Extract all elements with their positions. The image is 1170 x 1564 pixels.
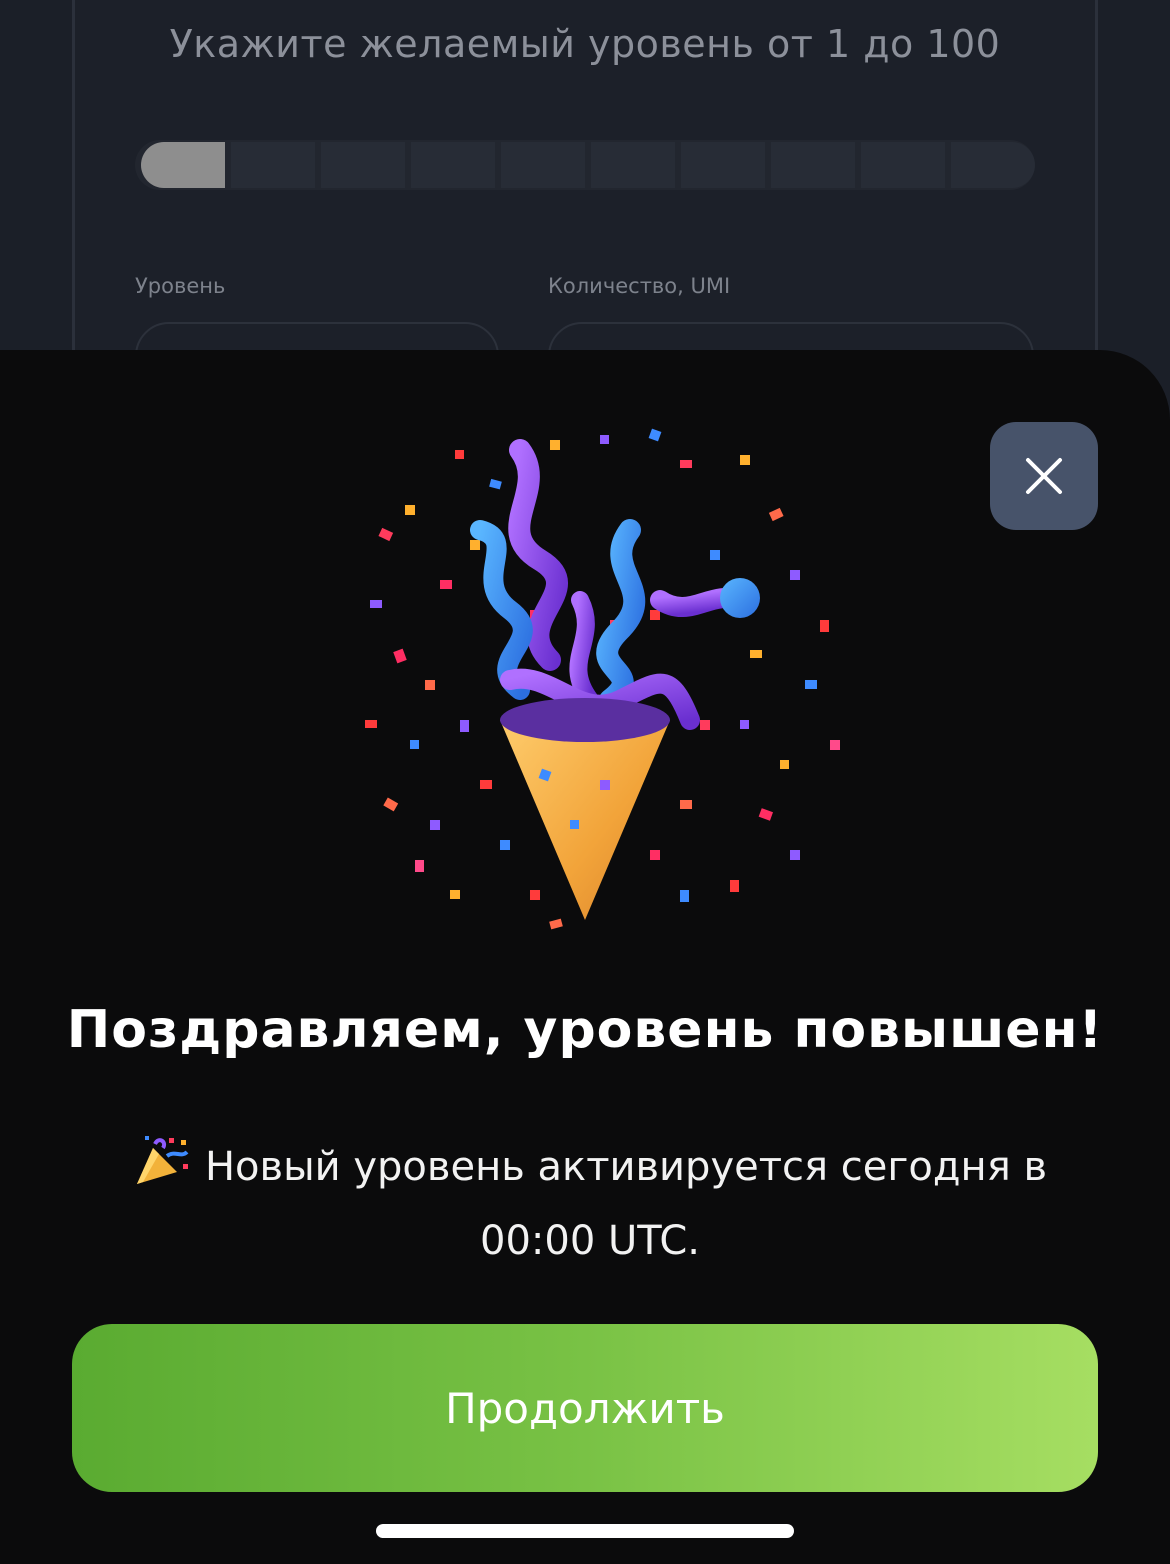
level-segment[interactable] [771, 142, 855, 188]
level-segment[interactable] [591, 142, 675, 188]
level-segment[interactable] [231, 142, 315, 188]
level-hint: Укажите желаемый уровень от 1 до 100 [169, 22, 1001, 66]
level-segment[interactable] [501, 142, 585, 188]
level-segment[interactable] [321, 142, 405, 188]
close-button[interactable] [990, 422, 1098, 530]
subtitle-text: Новый уровень активируется сегодня в 00:… [204, 1144, 1048, 1264]
level-segment[interactable] [861, 142, 945, 188]
level-segment-selected[interactable] [141, 142, 225, 188]
level-label: Уровень [135, 274, 226, 298]
amount-label: Количество, UMI [548, 274, 731, 298]
streamers [470, 439, 750, 743]
continue-button[interactable]: Продолжить [72, 1324, 1098, 1492]
home-indicator [376, 1524, 794, 1538]
level-segment[interactable] [681, 142, 765, 188]
success-subtitle: Новый уровень активируется сегодня в 00:… [90, 1130, 1090, 1278]
level-slider[interactable] [135, 140, 1035, 190]
level-segment[interactable] [411, 142, 495, 188]
level-segment[interactable] [951, 142, 1035, 188]
success-title: Поздравляем, уровень повышен! [66, 1000, 1104, 1060]
success-sheet: Поздравляем, уровень повышен! Новый уров… [0, 350, 1170, 1564]
party-popper-icon [136, 1136, 189, 1184]
close-icon [1026, 458, 1062, 494]
party-popper-illustration [365, 428, 840, 930]
